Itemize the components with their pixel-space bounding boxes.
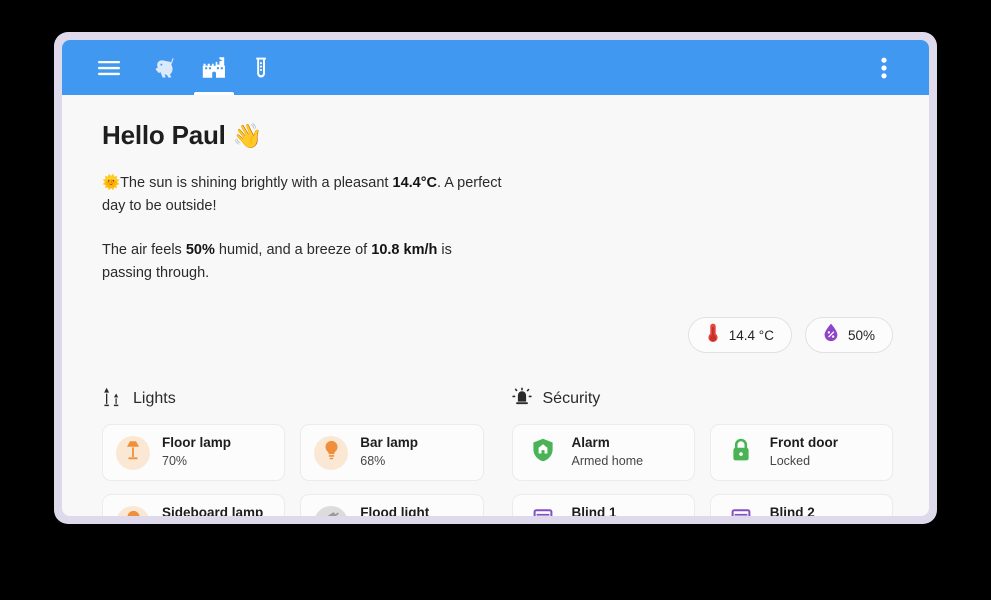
lamps-icon — [102, 387, 122, 412]
card-alarm[interactable]: Alarm Armed home — [511, 424, 695, 481]
temperature-chip[interactable]: 14.4 °C — [687, 317, 792, 353]
card-text: Floor lamp 70% — [162, 435, 231, 470]
card-text: Front door Locked — [770, 435, 838, 470]
castle-icon — [202, 56, 226, 80]
page-body: Hello Paul 👋 🌞The sun is shining brightl… — [62, 95, 929, 516]
card-bar-lamp[interactable]: Bar lamp 68% — [300, 424, 484, 481]
waving-hand-emoji: 👋 — [232, 123, 263, 150]
card-text: Blind 1 Open · 100% — [572, 505, 646, 516]
blinds-icon — [532, 508, 554, 516]
card-title: Alarm — [571, 435, 610, 451]
card-grid-security: Alarm Armed home Front door Locked Blind… — [511, 424, 893, 516]
card-blind-2[interactable]: Blind 2 Open · 100% — [709, 494, 893, 516]
unicorn-head-icon — [154, 56, 178, 80]
card-state: 68% — [360, 454, 386, 468]
page-title-text: Hello Paul — [102, 120, 226, 150]
floor-lamp-icon — [124, 440, 142, 465]
hamburger-menu-button[interactable] — [86, 40, 132, 95]
card-blind-1[interactable]: Blind 1 Open · 100% — [511, 494, 695, 516]
card-grid-lights: Floor lamp 70% Bar lamp 68% Sideboard la… — [102, 424, 484, 516]
tab-castle[interactable] — [190, 40, 238, 95]
light-bulb-icon — [323, 440, 340, 465]
app-window: Hello Paul 👋 🌞The sun is shining brightl… — [62, 40, 929, 516]
hamburger-menu-icon — [98, 60, 120, 76]
card-title: Blind 1 — [571, 505, 617, 516]
humidity-value: 50% — [185, 242, 215, 259]
alarm-siren-icon — [511, 387, 532, 412]
card-text: Sideboard lamp 39% — [162, 505, 263, 516]
more-vertical-icon — [881, 57, 887, 79]
light-bulb-icon — [125, 510, 142, 516]
sensor-chips: 14.4 °C 50% — [687, 317, 893, 353]
sections: Lights Floor lamp 70% Bar lamp 68% Sideb… — [102, 387, 893, 516]
card-floor-lamp[interactable]: Floor lamp 70% — [102, 424, 286, 481]
card-title: Floor lamp — [162, 435, 232, 451]
card-text: Bar lamp 68% — [360, 435, 418, 470]
card-state: Locked — [769, 454, 811, 468]
wind-value: 10.8 km/h — [371, 242, 438, 259]
humidity-chip-value: 50% — [847, 327, 875, 343]
temperature-chip-value: 14.4 °C — [728, 327, 774, 343]
card-flood-light[interactable]: Flood light Off — [300, 494, 484, 516]
blinds-icon — [730, 508, 752, 516]
card-text: Flood light Off — [360, 505, 429, 516]
card-icon-wrap — [526, 436, 560, 470]
weather-text-a: The sun is shining brightly with a pleas… — [120, 175, 393, 192]
card-title: Bar lamp — [360, 435, 419, 451]
card-sideboard-lamp[interactable]: Sideboard lamp 39% — [102, 494, 286, 516]
section-lights: Lights Floor lamp 70% Bar lamp 68% Sideb… — [102, 387, 484, 516]
card-title: Front door — [769, 435, 838, 451]
card-icon-wrap — [526, 506, 560, 516]
section-title-lights: Lights — [133, 390, 176, 407]
card-text: Blind 2 Open · 100% — [770, 505, 844, 516]
tab-lab[interactable] — [238, 40, 286, 95]
thermometer-icon — [706, 323, 720, 348]
card-state: Armed home — [571, 454, 644, 468]
air-sentence: The air feels 50% humid, and a breeze of… — [102, 239, 502, 284]
app-bar — [62, 40, 929, 95]
overflow-menu-button[interactable] — [861, 40, 907, 95]
card-icon-wrap — [724, 436, 758, 470]
page-title: Hello Paul 👋 — [102, 121, 893, 150]
card-title: Blind 2 — [769, 505, 815, 516]
card-icon-wrap — [116, 505, 150, 516]
humidity-chip[interactable]: 50% — [804, 317, 893, 353]
card-title: Sideboard lamp — [162, 505, 264, 516]
intro-block: 🌞The sun is shining brightly with a plea… — [102, 172, 502, 284]
temperature-value: 14.4°C — [392, 175, 438, 192]
weather-sentence: 🌞The sun is shining brightly with a plea… — [102, 172, 502, 217]
humidity-drop-icon — [823, 323, 839, 347]
tab-unicorn[interactable] — [142, 40, 190, 95]
shield-home-icon — [532, 438, 554, 467]
section-header-lights: Lights — [102, 387, 484, 411]
card-icon-wrap — [116, 435, 150, 470]
sun-emoji: 🌞 — [102, 175, 121, 192]
card-state: 70% — [162, 454, 188, 468]
card-icon-wrap — [314, 505, 349, 516]
card-icon-wrap — [724, 506, 758, 516]
card-title: Flood light — [360, 505, 430, 516]
air-text-a: The air feels — [102, 242, 186, 259]
lock-icon — [731, 438, 751, 467]
flood-light-icon — [321, 510, 341, 516]
section-title-security: Sécurity — [542, 390, 601, 407]
card-icon-wrap — [314, 435, 349, 470]
air-text-b: humid, and a breeze of — [214, 242, 372, 259]
section-security: Sécurity Alarm Armed home Front door Loc… — [511, 387, 894, 516]
card-front-door[interactable]: Front door Locked — [709, 424, 893, 481]
card-text: Alarm Armed home — [572, 435, 644, 470]
section-header-security: Sécurity — [511, 387, 894, 412]
device-frame: Hello Paul 👋 🌞The sun is shining brightl… — [54, 32, 937, 524]
test-tube-icon — [250, 56, 274, 80]
